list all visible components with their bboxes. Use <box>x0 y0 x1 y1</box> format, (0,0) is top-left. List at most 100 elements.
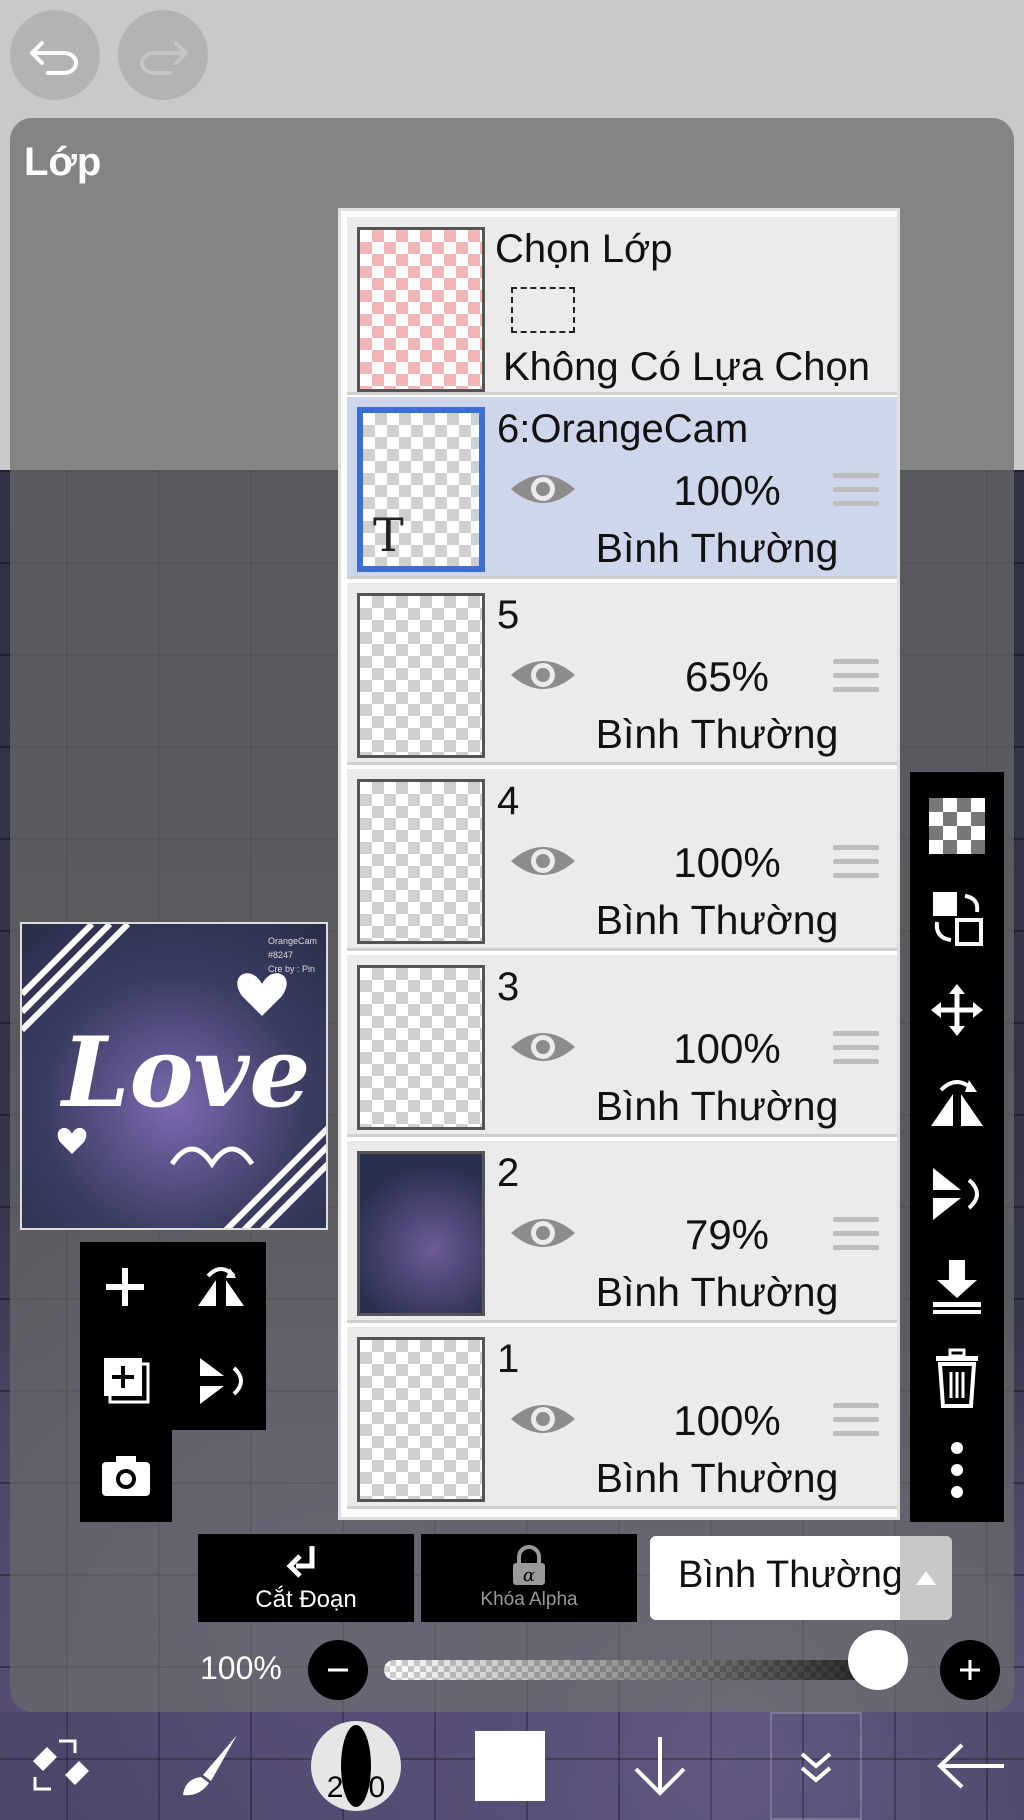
plus-icon <box>960 1660 980 1680</box>
eye-icon[interactable] <box>509 653 577 697</box>
layer-name: 4 <box>497 779 520 823</box>
delete-layer-button[interactable] <box>922 1338 992 1418</box>
redo-icon <box>140 41 188 75</box>
clipping-button[interactable]: Cắt Đoạn <box>198 1534 414 1622</box>
opacity-slider-track[interactable] <box>384 1660 904 1680</box>
lock-icon: α <box>513 1545 545 1586</box>
transparency-icon <box>929 798 985 854</box>
layer-name: 6:OrangeCam <box>497 407 749 451</box>
minus-icon <box>328 1668 348 1672</box>
text-layer-icon: T <box>373 508 404 562</box>
layer-row[interactable]: 4 100% Bình Thường <box>347 769 897 951</box>
add-layer-copy-button[interactable] <box>100 1354 152 1411</box>
layer-blend-mode: Bình Thường <box>595 711 839 757</box>
layer-name: 2 <box>497 1151 520 1195</box>
transform-button[interactable] <box>922 878 992 958</box>
brush-size-indicator: 25.0 <box>311 1721 401 1811</box>
eye-icon[interactable] <box>509 1211 577 1255</box>
layer-row[interactable]: 5 65% Bình Thường <box>347 583 897 765</box>
opacity-increase-button[interactable] <box>940 1640 1000 1700</box>
layer-opacity: 79% <box>684 1211 770 1258</box>
alpha-lock-button[interactable]: α Khóa Alpha <box>421 1534 637 1622</box>
drag-handle-icon[interactable] <box>833 1403 879 1439</box>
redo-button[interactable] <box>118 10 208 100</box>
color-button[interactable] <box>470 1712 550 1820</box>
blend-mode-select[interactable]: Bình Thường <box>650 1536 952 1620</box>
layer-name: 1 <box>497 1337 520 1381</box>
preview-caption-line: #8247 <box>268 950 294 960</box>
canvas-preview[interactable]: Love OrangeCam #8247 Cre by : Pin <box>20 922 328 1230</box>
eye-icon[interactable] <box>509 1025 577 1069</box>
undo-button[interactable] <box>10 10 100 100</box>
eye-icon[interactable] <box>509 839 577 883</box>
drag-handle-icon[interactable] <box>833 659 879 695</box>
layer-down-button[interactable] <box>620 1712 700 1820</box>
layer-blend-mode: Bình Thường <box>595 525 839 571</box>
color-swatch <box>475 1731 545 1801</box>
eye-icon[interactable] <box>509 1397 577 1441</box>
layer-name: 5 <box>497 593 520 637</box>
add-layer-button[interactable] <box>100 1262 150 1317</box>
transparency-button[interactable] <box>922 786 992 866</box>
selection-thumbnail <box>357 227 485 392</box>
layer-row[interactable]: 2 79% Bình Thường <box>347 1141 897 1323</box>
more-options-button[interactable] <box>922 1430 992 1510</box>
selection-title: Chọn Lớp <box>495 227 673 271</box>
preview-caption: OrangeCam #8247 Cre by : Pin <box>268 934 317 976</box>
flip-vertical-layer-button[interactable] <box>922 1154 992 1234</box>
layer-blend-mode: Bình Thường <box>595 1455 839 1501</box>
layer-opacity: 65% <box>684 653 770 700</box>
layer-row[interactable]: 3 100% Bình Thường <box>347 955 897 1137</box>
opacity-slider-knob[interactable] <box>848 1630 908 1690</box>
more-vertical-icon <box>951 1442 963 1498</box>
back-button[interactable] <box>920 1712 1020 1820</box>
layer-opacity: 100% <box>673 1397 781 1444</box>
flip-horizontal-layer-button[interactable] <box>922 1062 992 1142</box>
caret-up-icon[interactable] <box>900 1536 952 1620</box>
layer-blend-mode: Bình Thường <box>595 897 839 943</box>
camera-icon <box>102 1456 150 1496</box>
layer-blend-mode: Bình Thường <box>595 1083 839 1129</box>
opacity-slider-fill <box>384 1660 904 1680</box>
merge-down-button[interactable] <box>922 1246 992 1326</box>
brush-size-value: 25.0 <box>326 1771 386 1804</box>
flip-horizontal-icon <box>931 1080 983 1126</box>
tool-select-button[interactable] <box>10 1712 110 1820</box>
layer-row[interactable]: T 6:OrangeCam 100% Bình Thường <box>347 397 897 579</box>
preview-title: Love <box>62 1016 311 1129</box>
camera-button[interactable] <box>100 1452 152 1503</box>
right-toolbar <box>910 772 1004 1522</box>
layers-menu-button[interactable] <box>770 1712 862 1820</box>
drag-handle-icon[interactable] <box>833 1217 879 1253</box>
layer-thumbnail <box>357 779 485 944</box>
arrow-down-icon <box>634 1737 686 1796</box>
layer-row[interactable]: 1 100% Bình Thường <box>347 1327 897 1509</box>
layer-thumbnail: T <box>357 407 485 572</box>
drag-handle-icon[interactable] <box>833 1031 879 1067</box>
brush-size-button[interactable]: 25.0 <box>308 1712 404 1820</box>
preview-caption-line: OrangeCam <box>268 936 318 946</box>
add-copy-icon <box>104 1358 150 1404</box>
tools-icon <box>33 1739 89 1791</box>
plus-icon <box>106 1268 144 1306</box>
drag-handle-icon[interactable] <box>833 473 879 509</box>
layer-opacity: 100% <box>673 1025 781 1072</box>
flip-horizontal-button[interactable] <box>194 1262 248 1317</box>
clipping-label: Cắt Đoạn <box>255 1586 357 1613</box>
brush-tool-button[interactable] <box>160 1712 260 1820</box>
selection-layer-row[interactable]: Chọn Lớp Không Có Lựa Chọn <box>347 217 897 395</box>
layer-thumbnail <box>357 1337 485 1502</box>
layer-thumbnail <box>357 593 485 758</box>
transform-icon <box>933 892 983 946</box>
opacity-decrease-button[interactable] <box>308 1640 368 1700</box>
trash-icon <box>936 1348 978 1408</box>
move-button[interactable] <box>922 970 992 1050</box>
drag-handle-icon[interactable] <box>833 845 879 881</box>
layer-thumbnail <box>357 965 485 1130</box>
selection-marquee-icon <box>511 287 575 333</box>
eye-icon[interactable] <box>509 467 577 511</box>
flip-vertical-icon <box>200 1358 243 1404</box>
flip-vertical-button[interactable] <box>194 1354 248 1413</box>
layer-thumbnail <box>357 1151 485 1316</box>
preview-caption-line: Cre by : Pin <box>268 964 316 974</box>
